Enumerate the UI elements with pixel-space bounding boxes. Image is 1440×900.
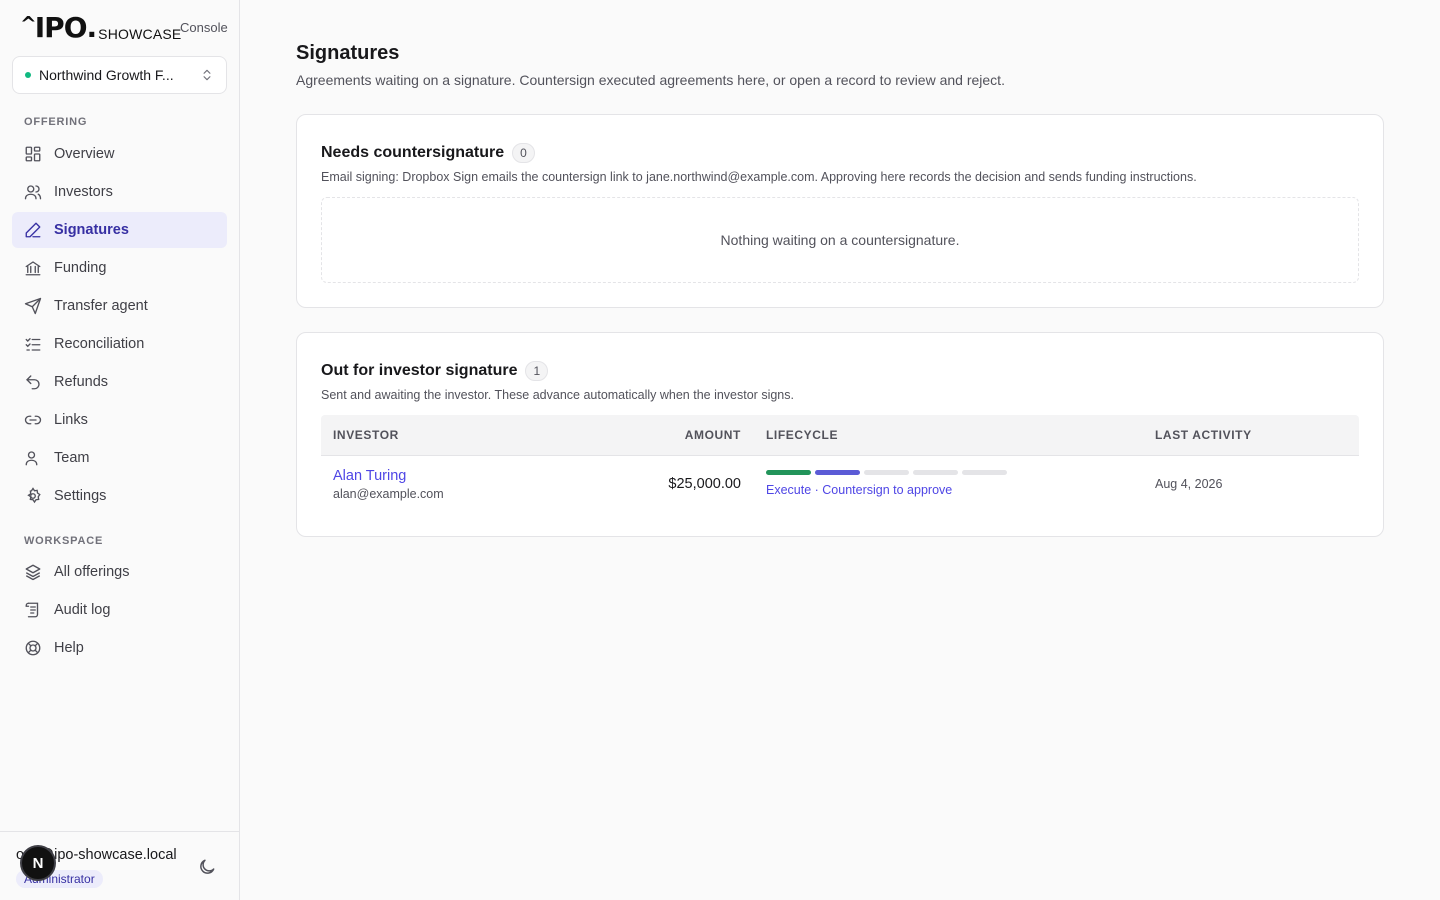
brand-mark: ^ IPO . [20,11,98,44]
card-title: Needs countersignature [321,144,505,161]
amount-value: $25,000.00 [668,476,741,492]
column-header-investor[interactable]: INVESTOR [333,428,399,442]
investor-email: alan@example.com [333,487,444,501]
scroll-icon [25,602,39,618]
table-row[interactable]: Alan Turing alan@example.com $25,000.00 … [321,456,1359,512]
column-header-amount[interactable]: AMOUNT [685,428,741,442]
gear-icon [27,487,41,504]
avatar[interactable]: N [20,845,56,881]
sidebar-item-label: Audit log [54,602,111,618]
main-content: Signatures Agreements waiting on a signa… [240,0,1440,900]
sidebar-item-label: Investors [54,184,113,200]
console-label: Console [180,20,228,35]
needs-countersignature-card: Needs countersignature 0 Email signing: … [296,114,1384,308]
lifecycle-step [815,470,860,475]
lifebuoy-icon [25,640,41,656]
card-description: Email signing: Dropbox Sign emails the c… [321,170,1197,184]
last-activity-date: Aug 4, 2026 [1155,477,1223,491]
brand-sub: SHOWCASE [98,26,182,42]
page-title: Signatures [296,42,400,64]
sidebar-item-help[interactable]: Help [12,630,227,666]
sidebar-item-audit-log[interactable]: Audit log [12,592,227,628]
sidebar-item-label: Settings [54,488,107,504]
sidebar-item-signatures[interactable]: Signatures [12,212,227,248]
lifecycle-step [913,470,958,475]
signatures-table: INVESTOR AMOUNT LIFECYCLE LAST ACTIVITY … [321,415,1359,512]
grid-icon [25,146,41,162]
layers-icon [25,564,41,581]
sidebar-item-reconciliation[interactable]: Reconciliation [12,326,227,362]
sidebar: ^ IPO . SHOWCASE Console Northwind Growt… [0,0,240,900]
brand-dot: . [86,11,98,44]
investor-name-link[interactable]: Alan Turing [333,468,406,484]
sidebar-item-label: Links [54,412,88,428]
sidebar-item-label: Reconciliation [54,336,145,352]
org-selector[interactable]: Northwind Growth F... [12,56,227,94]
bank-icon [25,261,41,276]
out-for-signature-card: Out for investor signature 1 Sent and aw… [296,332,1384,537]
undo-icon [26,375,40,390]
sidebar-item-label: All offerings [54,564,130,580]
sidebar-item-funding[interactable]: Funding [12,250,227,286]
sidebar-item-links[interactable]: Links [12,402,227,438]
count-badge: 0 [512,143,535,163]
section-label-workspace: WORKSPACE [24,535,104,547]
count-badge: 1 [525,361,549,381]
brand-logo[interactable]: ^ IPO . SHOWCASE [20,14,181,42]
page-subtitle: Agreements waiting on a signature. Count… [296,72,1005,88]
card-header: Out for investor signature 1 [321,361,549,381]
nav-workspace: All offerings Audit log Help [12,554,227,668]
sidebar-item-investors[interactable]: Investors [12,174,227,210]
chevron-up-down-icon [203,69,211,81]
sidebar-item-transfer-agent[interactable]: Transfer agent [12,288,227,324]
sidebar-item-label: Help [54,640,84,656]
user-icon [25,451,38,466]
sidebar-item-label: Overview [54,146,115,162]
lifecycle-step [766,470,811,475]
brand-caret: ^ [20,12,37,36]
sidebar-item-refunds[interactable]: Refunds [12,364,227,400]
empty-state: Nothing waiting on a countersignature. [321,197,1359,283]
nav-offering: Overview Investors Signatures Funding Tr… [12,136,227,516]
pen-icon [25,222,41,238]
sidebar-item-label: Transfer agent [54,298,148,314]
sidebar-item-all-offerings[interactable]: All offerings [12,554,227,590]
moon-icon[interactable] [197,857,217,877]
table-header: INVESTOR AMOUNT LIFECYCLE LAST ACTIVITY [321,415,1359,456]
lifecycle-progress [766,470,1011,475]
column-header-last-activity[interactable]: LAST ACTIVITY [1155,428,1252,442]
send-icon [24,297,42,315]
card-title: Out for investor signature [321,362,518,379]
sidebar-item-label: Refunds [54,374,109,390]
brand-mark-text: IPO [34,11,88,44]
sidebar-item-settings[interactable]: Settings [12,478,227,514]
card-description: Sent and awaiting the investor. These ad… [321,388,794,402]
column-header-lifecycle[interactable]: LIFECYCLE [766,428,838,442]
lifecycle-action-link[interactable]: Execute · Countersign to approve [766,483,952,497]
user-menu[interactable]: ops@ipo-showcase.local Administrator N [0,831,239,900]
users-icon [24,185,42,200]
org-status-dot [25,72,31,78]
sidebar-item-label: Team [54,450,90,466]
link-icon [24,415,42,425]
org-name: Northwind Growth F... [39,67,174,83]
lifecycle-step [962,470,1007,475]
sidebar-item-overview[interactable]: Overview [12,136,227,172]
card-header: Needs countersignature 0 [321,143,535,163]
lifecycle-step [864,470,909,475]
sidebar-item-team[interactable]: Team [12,440,227,476]
sidebar-item-label: Signatures [54,222,129,238]
sidebar-item-label: Funding [54,260,107,276]
section-label-offering: OFFERING [24,116,88,128]
checklist-icon [25,338,41,351]
